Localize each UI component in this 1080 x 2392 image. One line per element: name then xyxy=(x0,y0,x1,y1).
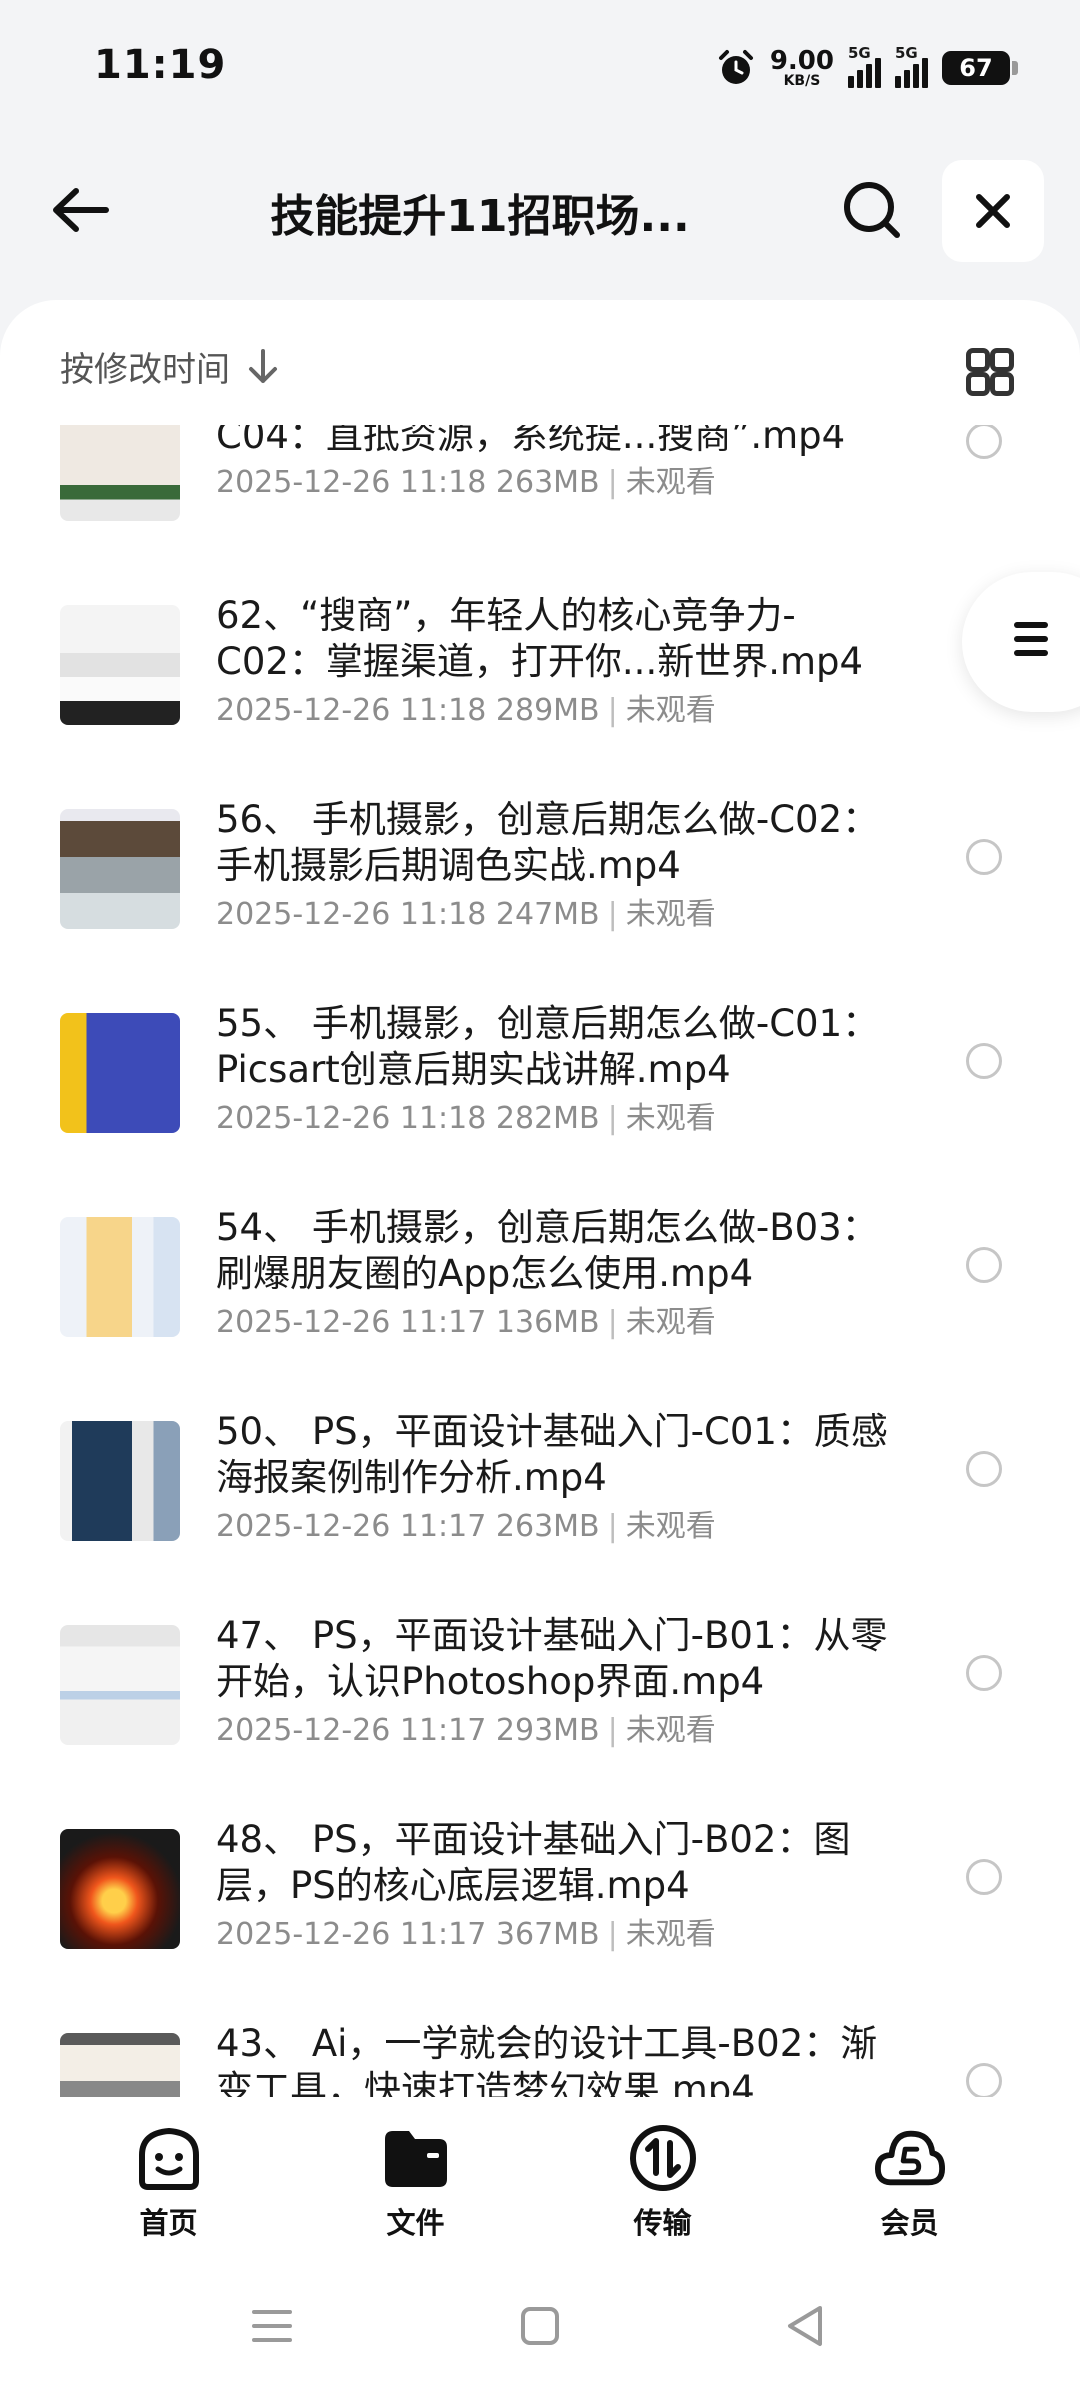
select-radio[interactable] xyxy=(966,1655,1002,1691)
nav-label: 首页 xyxy=(139,2206,198,2240)
home-icon[interactable] xyxy=(516,2302,564,2350)
file-name: 43、 Ai，一学就会的设计工具-B02：渐变工具，快速打造梦幻效果.mp4 xyxy=(216,2022,878,2097)
folder-icon xyxy=(380,2122,452,2194)
file-meta: 2025-12-26 11:17 263MB | 未观看 xyxy=(216,1509,716,1544)
video-thumbnail xyxy=(60,425,180,521)
video-thumbnail xyxy=(60,2033,180,2097)
select-radio[interactable] xyxy=(966,1859,1002,1895)
video-thumbnail xyxy=(60,809,180,929)
select-radio[interactable] xyxy=(966,1451,1002,1487)
file-meta: 2025-12-26 11:18 247MB | 未观看 xyxy=(216,897,716,932)
select-radio[interactable] xyxy=(966,1247,1002,1283)
list-item[interactable]: 48、 PS，平面设计基础入门-B02：图层，PS的核心底层逻辑.mp4 202… xyxy=(0,1818,1080,2033)
nav-files[interactable]: 文件 xyxy=(292,2098,539,2248)
file-meta: 2025-12-26 11:18 263MB | 未观看 xyxy=(216,465,716,500)
file-name: 50、 PS，平面设计基础入门-C01：质感海报案例制作分析.mp4 xyxy=(216,1410,888,1499)
list-item[interactable]: 56、 手机摄影，创意后期怎么做-C02：手机摄影后期调色实战.mp4 2025… xyxy=(0,798,1080,1013)
video-thumbnail xyxy=(60,1013,180,1133)
sort-button[interactable]: 按修改时间 xyxy=(60,342,278,391)
nav-home[interactable]: 首页 xyxy=(45,2098,292,2248)
file-name: 55、 手机摄影，创意后期怎么做-C01：Picsart创意后期实战讲解.mp4 xyxy=(216,1002,880,1091)
file-meta: 2025-12-26 11:17 293MB | 未观看 xyxy=(216,1713,716,1748)
file-list[interactable]: 64、“搜商”，年轻人的核心竞争力-C04：直抵资源，系统提...搜商”.mp4… xyxy=(0,425,1080,2097)
list-item[interactable]: 64、“搜商”，年轻人的核心竞争力-C04：直抵资源，系统提...搜商”.mp4… xyxy=(0,425,1080,605)
transfer-icon xyxy=(627,2122,699,2194)
select-radio[interactable] xyxy=(966,839,1002,875)
file-name: 62、“搜商”，年轻人的核心竞争力-C02：掌握渠道，打开你...新世界.mp4 xyxy=(216,594,864,683)
status-time: 11:19 xyxy=(94,42,227,88)
bottom-nav: 首页 文件 传输 会员 xyxy=(0,2098,1080,2248)
file-name: 47、 PS，平面设计基础入门-B01：从零开始，认识Photoshop界面.m… xyxy=(216,1614,888,1703)
signal-icon: 5G xyxy=(895,44,928,88)
battery-icon: 67 xyxy=(942,51,1018,85)
back-button[interactable] xyxy=(44,174,116,246)
search-button[interactable] xyxy=(834,172,910,248)
video-thumbnail xyxy=(60,605,180,725)
nav-label: 文件 xyxy=(386,2206,445,2240)
file-meta: 2025-12-26 11:18 289MB | 未观看 xyxy=(216,693,716,728)
list-item[interactable]: 54、 手机摄影，创意后期怎么做-B03：刷爆朋友圈的App怎么使用.mp4 2… xyxy=(0,1206,1080,1421)
file-name: 48、 PS，平面设计基础入门-B02：图层，PS的核心底层逻辑.mp4 xyxy=(216,1818,851,1907)
header: 技能提升11招职场... xyxy=(0,150,1080,270)
video-thumbnail xyxy=(60,1625,180,1745)
back-icon[interactable] xyxy=(782,2302,830,2350)
grid-view-button[interactable] xyxy=(960,342,1020,402)
file-name: 56、 手机摄影，创意后期怎么做-C02：手机摄影后期调色实战.mp4 xyxy=(216,798,880,887)
nav-label: 会员 xyxy=(880,2206,939,2240)
network-speed: 9.00 KB/S xyxy=(769,46,834,89)
recent-apps-icon[interactable] xyxy=(248,2302,296,2350)
file-meta: 2025-12-26 11:17 136MB | 未观看 xyxy=(216,1305,716,1340)
video-thumbnail xyxy=(60,1217,180,1337)
list-item[interactable]: 43、 Ai，一学就会的设计工具-B02：渐变工具，快速打造梦幻效果.mp4 xyxy=(0,2022,1080,2097)
status-bar: 11:19 9.00 KB/S 5G 5G 67 xyxy=(0,0,1080,130)
smile-home-icon xyxy=(133,2122,205,2194)
video-thumbnail xyxy=(60,1421,180,1541)
file-meta: 2025-12-26 11:18 282MB | 未观看 xyxy=(216,1101,716,1136)
file-meta: 2025-12-26 11:17 367MB | 未观看 xyxy=(216,1917,716,1952)
list-item[interactable]: 62、“搜商”，年轻人的核心竞争力-C02：掌握渠道，打开你...新世界.mp4… xyxy=(0,594,1080,809)
close-icon xyxy=(976,194,1010,228)
list-item[interactable]: 47、 PS，平面设计基础入门-B01：从零开始，认识Photoshop界面.m… xyxy=(0,1614,1080,1829)
status-icons: 9.00 KB/S 5G 5G 67 xyxy=(716,44,1018,92)
sort-label: 按修改时间 xyxy=(60,350,230,390)
cloud-vip-icon xyxy=(874,2122,946,2194)
select-radio[interactable] xyxy=(966,425,1002,459)
nav-label: 传输 xyxy=(633,2206,692,2240)
back-arrow-icon xyxy=(53,188,109,232)
select-radio[interactable] xyxy=(966,1043,1002,1079)
nav-transfer[interactable]: 传输 xyxy=(539,2098,786,2248)
file-name: 54、 手机摄影，创意后期怎么做-B03：刷爆朋友圈的App怎么使用.mp4 xyxy=(216,1206,879,1295)
page-title: 技能提升11招职场... xyxy=(270,191,690,242)
search-icon xyxy=(844,182,900,238)
select-radio[interactable] xyxy=(966,2063,1002,2097)
file-panel: 按修改时间 64、“搜商”，年轻人的核心竞争力-C04：直抵资源，系统提...搜… xyxy=(0,300,1080,2100)
video-thumbnail xyxy=(60,1829,180,1949)
nav-vip[interactable]: 会员 xyxy=(786,2098,1033,2248)
arrow-down-icon xyxy=(249,348,277,383)
file-name: 64、“搜商”，年轻人的核心竞争力-C04：直抵资源，系统提...搜商”.mp4 xyxy=(216,425,846,457)
list-item[interactable]: 55、 手机摄影，创意后期怎么做-C01：Picsart创意后期实战讲解.mp4… xyxy=(0,1002,1080,1217)
system-nav-bar xyxy=(0,2248,1080,2392)
signal-icon: 5G xyxy=(848,44,881,88)
alarm-icon xyxy=(716,48,756,88)
menu-lines-icon xyxy=(1014,622,1048,664)
close-button[interactable] xyxy=(942,160,1044,262)
list-item[interactable]: 50、 PS，平面设计基础入门-C01：质感海报案例制作分析.mp4 2025-… xyxy=(0,1410,1080,1625)
